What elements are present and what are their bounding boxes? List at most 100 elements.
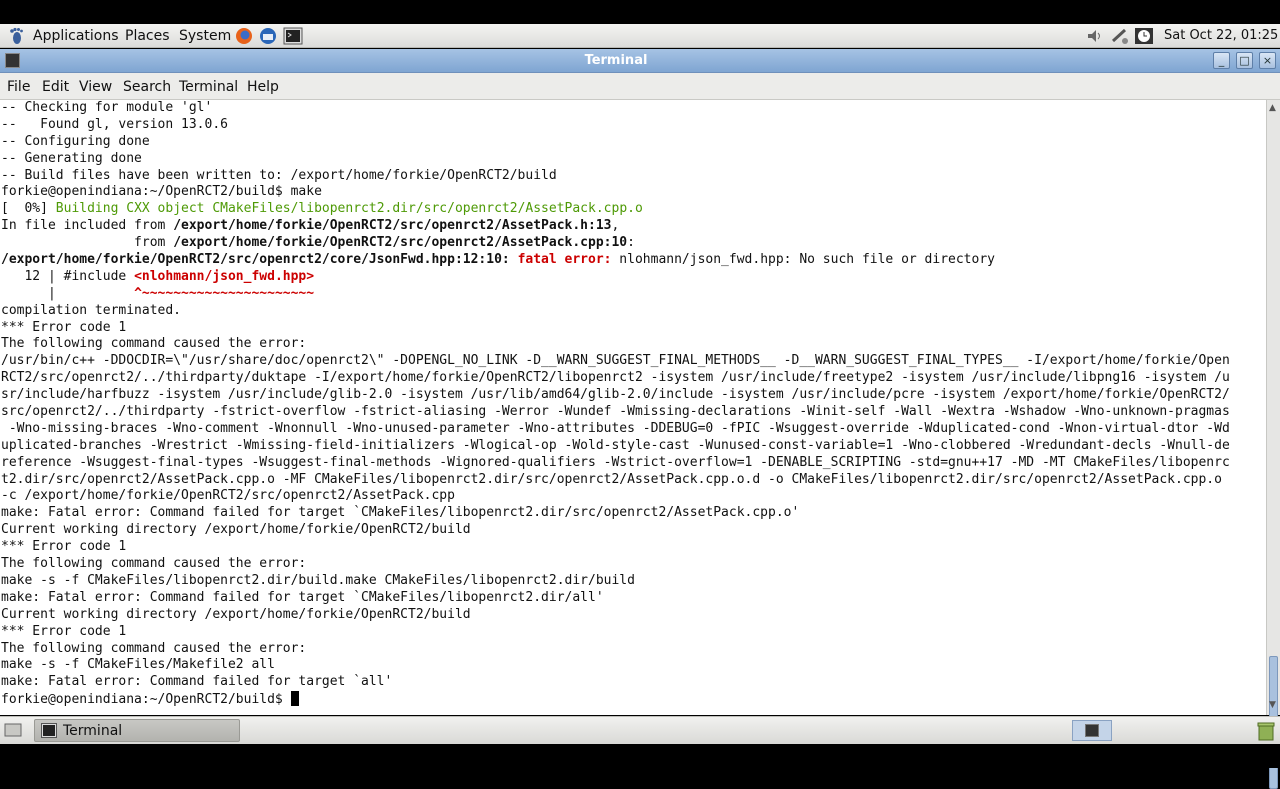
terminal-text-segment: The following command caused the error:	[1, 556, 307, 572]
terminal-text-segment: /usr/bin/c++ -DDOCDIR=\"/usr/share/doc/o…	[1, 353, 1230, 369]
terminal-launcher-icon[interactable]	[283, 27, 303, 45]
terminal-line: src/openrct2/../thirdparty -fstrict-over…	[1, 404, 1230, 421]
menu-view[interactable]: View	[79, 79, 112, 95]
scroll-up-icon[interactable]: ▲	[1269, 103, 1276, 113]
bottom-panel: Terminal	[0, 716, 1280, 744]
terminal-line: uplicated-branches -Wrestrict -Wmissing-…	[1, 438, 1230, 455]
menu-edit[interactable]: Edit	[42, 79, 69, 95]
terminal-line: [ 0%] Building CXX object CMakeFiles/lib…	[1, 201, 1230, 218]
terminal-text-segment: The following command caused the error:	[1, 640, 307, 656]
terminal-text-segment: -- Configuring done	[1, 133, 150, 149]
clock-text[interactable]: Sat Oct 22, 01:25	[1164, 28, 1278, 43]
vertical-scrollbar[interactable]: ▲ ▼	[1266, 100, 1280, 789]
terminal-line: In file included from /export/home/forki…	[1, 218, 1230, 235]
places-menu[interactable]: Places	[125, 28, 170, 44]
terminal-line: The following command caused the error:	[1, 336, 1230, 353]
terminal-text-segment: -- Generating done	[1, 150, 142, 166]
terminal-text-segment: *** Error code 1	[1, 623, 127, 639]
terminal-text-segment: fatal error:	[517, 252, 612, 268]
terminal-text-segment: uplicated-branches -Wrestrict -Wmissing-…	[1, 437, 1230, 453]
terminal-line: *** Error code 1	[1, 539, 1230, 556]
terminal-text-segment: RCT2/src/openrct2/../thirdparty/duktape …	[1, 370, 1230, 386]
terminal-line: | ^~~~~~~~~~~~~~~~~~~~~~~	[1, 286, 1230, 303]
terminal-text-segment: make -s -f CMakeFiles/Makefile2 all	[1, 657, 275, 673]
terminal-text-segment: -Wno-missing-braces -Wno-comment -Wnonnu…	[1, 420, 1230, 436]
terminal-text-segment: /export/home/forkie/OpenRCT2/src/openrct…	[173, 218, 612, 234]
terminal-text-segment: forkie@openindiana:~/OpenRCT2/build$ mak…	[1, 184, 322, 200]
close-icon[interactable]: ×	[1259, 52, 1276, 69]
terminal-text-segment: src/openrct2/../thirdparty -fstrict-over…	[1, 404, 1230, 420]
menu-search[interactable]: Search	[123, 79, 171, 95]
terminal-text-segment: /export/home/forkie/OpenRCT2/src/openrct…	[173, 235, 628, 251]
menu-terminal[interactable]: Terminal	[179, 79, 238, 95]
terminal-task-icon	[41, 723, 57, 738]
terminal-line: -Wno-missing-braces -Wno-comment -Wnonnu…	[1, 421, 1230, 438]
applications-menu[interactable]: Applications	[33, 28, 119, 44]
terminal-prompt: forkie@openindiana:~/OpenRCT2/build$	[1, 692, 291, 708]
terminal-line: reference -Wsuggest-final-types -Wsugges…	[1, 455, 1230, 472]
terminal-output[interactable]: -- Checking for module 'gl' -- Found gl, …	[0, 100, 1266, 715]
terminal-line: /export/home/forkie/OpenRCT2/src/openrct…	[1, 252, 1230, 269]
terminal-prompt-line[interactable]: forkie@openindiana:~/OpenRCT2/build$	[1, 691, 1230, 708]
terminal-text-segment: /export/home/forkie/OpenRCT2/src/openrct…	[1, 252, 510, 268]
terminal-text-segment: make -s -f CMakeFiles/libopenrct2.dir/bu…	[1, 572, 635, 588]
terminal-line: -c /export/home/forkie/OpenRCT2/src/open…	[1, 488, 1230, 505]
gnome-foot-icon[interactable]	[6, 27, 26, 45]
terminal-line: -- Generating done	[1, 151, 1230, 168]
terminal-text-segment: Current working directory /export/home/f…	[1, 522, 471, 538]
terminal-text-segment: compilation terminated.	[1, 302, 182, 318]
terminal-line: t2.dir/src/openrct2/AssetPack.cpp.o -MF …	[1, 472, 1230, 489]
terminal-lines: -- Checking for module 'gl' -- Found gl, …	[1, 100, 1230, 708]
terminal-text-segment: The following command caused the error:	[1, 336, 307, 352]
terminal-text-segment: In file included from	[1, 218, 174, 234]
network-icon[interactable]	[1110, 27, 1130, 45]
terminal-line: make: Fatal error: Command failed for ta…	[1, 590, 1230, 607]
terminal-line: forkie@openindiana:~/OpenRCT2/build$ mak…	[1, 184, 1230, 201]
screen-top-border	[0, 0, 1280, 24]
top-panel: Applications Places System Sat Oct 22, 0…	[0, 24, 1280, 48]
system-menu[interactable]: System	[179, 28, 231, 44]
terminal-text-segment: reference -Wsuggest-final-types -Wsugges…	[1, 454, 1230, 470]
terminal-line: make -s -f CMakeFiles/libopenrct2.dir/bu…	[1, 573, 1230, 590]
firefox-icon[interactable]	[234, 27, 254, 45]
scroll-down-icon[interactable]: ▼	[1269, 700, 1276, 710]
terminal-line: *** Error code 1	[1, 320, 1230, 337]
terminal-line: /usr/bin/c++ -DDOCDIR=\"/usr/share/doc/o…	[1, 353, 1230, 370]
terminal-text-segment: t2.dir/src/openrct2/AssetPack.cpp.o -MF …	[1, 471, 1222, 487]
menu-file[interactable]: File	[7, 79, 30, 95]
terminal-line: Current working directory /export/home/f…	[1, 522, 1230, 539]
terminal-text-segment: -- Found gl, version 13.0.6	[1, 116, 228, 132]
taskbar-terminal-label: Terminal	[63, 723, 123, 739]
terminal-line: make: Fatal error: Command failed for ta…	[1, 674, 1230, 691]
thunderbird-icon[interactable]	[258, 27, 278, 45]
terminal-text-segment: [ 0%]	[1, 201, 56, 217]
terminal-line: compilation terminated.	[1, 303, 1230, 320]
maximize-icon[interactable]: □	[1236, 52, 1253, 69]
menu-help[interactable]: Help	[247, 79, 279, 95]
terminal-text-segment: |	[1, 285, 135, 301]
terminal-line: -- Found gl, version 13.0.6	[1, 117, 1230, 134]
terminal-text-segment: 12 | #include	[1, 268, 135, 284]
clock-icon[interactable]	[1134, 27, 1154, 45]
terminal-line: Current working directory /export/home/f…	[1, 607, 1230, 624]
window-titlebar[interactable]: Terminal _ □ ×	[0, 49, 1280, 73]
terminal-line: RCT2/src/openrct2/../thirdparty/duktape …	[1, 370, 1230, 387]
terminal-line: The following command caused the error:	[1, 641, 1230, 658]
terminal-text-segment: -- Build files have been written to: /ex…	[1, 167, 557, 183]
text-cursor	[290, 691, 299, 707]
screen-bottom-border	[0, 744, 1280, 768]
workspace-switcher[interactable]	[1072, 720, 1112, 741]
terminal-text-segment: *** Error code 1	[1, 539, 127, 555]
terminal-text-segment: ^~~~~~~~~~~~~~~~~~~~~~~	[134, 285, 315, 301]
volume-icon[interactable]	[1085, 27, 1105, 45]
terminal-text-segment: make: Fatal error: Command failed for ta…	[1, 674, 393, 690]
window-title: Terminal	[584, 53, 648, 68]
terminal-text-segment: ,	[611, 218, 620, 234]
workspace-window-icon	[1085, 724, 1099, 737]
terminal-text-segment: from	[1, 235, 174, 251]
trash-icon[interactable]	[1256, 721, 1276, 741]
show-desktop-icon[interactable]	[4, 722, 22, 738]
taskbar-terminal-button[interactable]: Terminal	[34, 719, 240, 742]
terminal-text-segment: :	[627, 235, 635, 251]
minimize-icon[interactable]: _	[1213, 52, 1230, 69]
